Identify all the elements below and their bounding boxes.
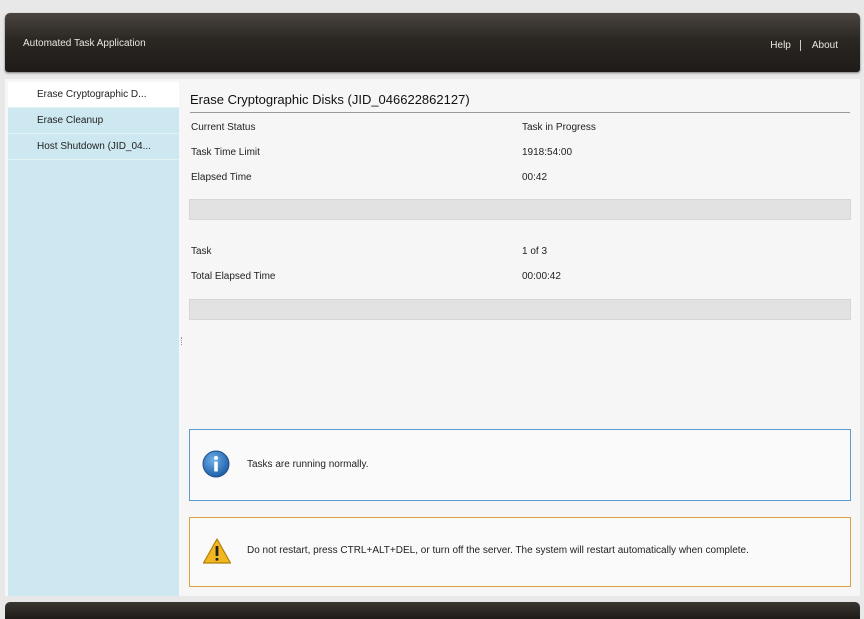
warning-icon: [202, 537, 232, 568]
total-elapsed-row: Total Elapsed Time 00:00:42: [191, 271, 851, 285]
task-detail-panel: Erase Cryptographic Disks (JID_046622862…: [189, 79, 852, 596]
header-link-divider: [799, 40, 801, 51]
time-limit-row: Task Time Limit 1918:54:00: [191, 147, 851, 161]
current-status-value: Task in Progress: [522, 122, 596, 133]
current-status-row: Current Status Task in Progress: [191, 122, 851, 136]
task-sidebar: Erase Cryptographic D... Erase Cleanup H…: [8, 82, 179, 596]
sidebar-item-host-shutdown[interactable]: Host Shutdown (JID_04...: [8, 134, 179, 160]
app-title: Automated Task Application: [23, 38, 146, 49]
task-count-row: Task 1 of 3: [191, 246, 851, 260]
sidebar-item-erase-cryptographic-disks[interactable]: Erase Cryptographic D...: [8, 82, 179, 108]
current-status-label: Current Status: [191, 122, 256, 133]
total-elapsed-label: Total Elapsed Time: [191, 271, 276, 282]
overall-progress-bar: [189, 299, 851, 320]
task-progress-bar: [189, 199, 851, 220]
elapsed-time-label: Elapsed Time: [191, 172, 252, 183]
time-limit-value: 1918:54:00: [522, 147, 573, 158]
help-link[interactable]: Help: [770, 40, 791, 51]
sidebar-item-erase-cleanup[interactable]: Erase Cleanup: [8, 108, 179, 134]
sidebar-splitter-handle[interactable]: [181, 337, 183, 345]
task-count-label: Task: [191, 246, 212, 257]
page-title: Erase Cryptographic Disks (JID_046622862…: [190, 92, 850, 113]
info-message-text: Tasks are running normally.: [247, 459, 369, 470]
header-links: Help About: [770, 40, 838, 51]
info-icon: [202, 450, 230, 481]
app-header: Automated Task Application Help About: [5, 13, 860, 72]
elapsed-time-row: Elapsed Time 00:42: [191, 172, 851, 186]
elapsed-time-value: 00:42: [522, 172, 548, 183]
warning-message-text: Do not restart, press CTRL+ALT+DEL, or t…: [247, 545, 749, 556]
content-shell: Erase Cryptographic D... Erase Cleanup H…: [5, 79, 860, 596]
about-link[interactable]: About: [812, 40, 838, 51]
time-limit-label: Task Time Limit: [191, 147, 260, 158]
total-elapsed-value: 00:00:42: [522, 271, 561, 282]
warning-message-box: Do not restart, press CTRL+ALT+DEL, or t…: [189, 517, 851, 587]
info-message-box: Tasks are running normally.: [189, 429, 851, 501]
app-footer: [5, 602, 860, 619]
task-count-value: 1 of 3: [522, 246, 548, 257]
